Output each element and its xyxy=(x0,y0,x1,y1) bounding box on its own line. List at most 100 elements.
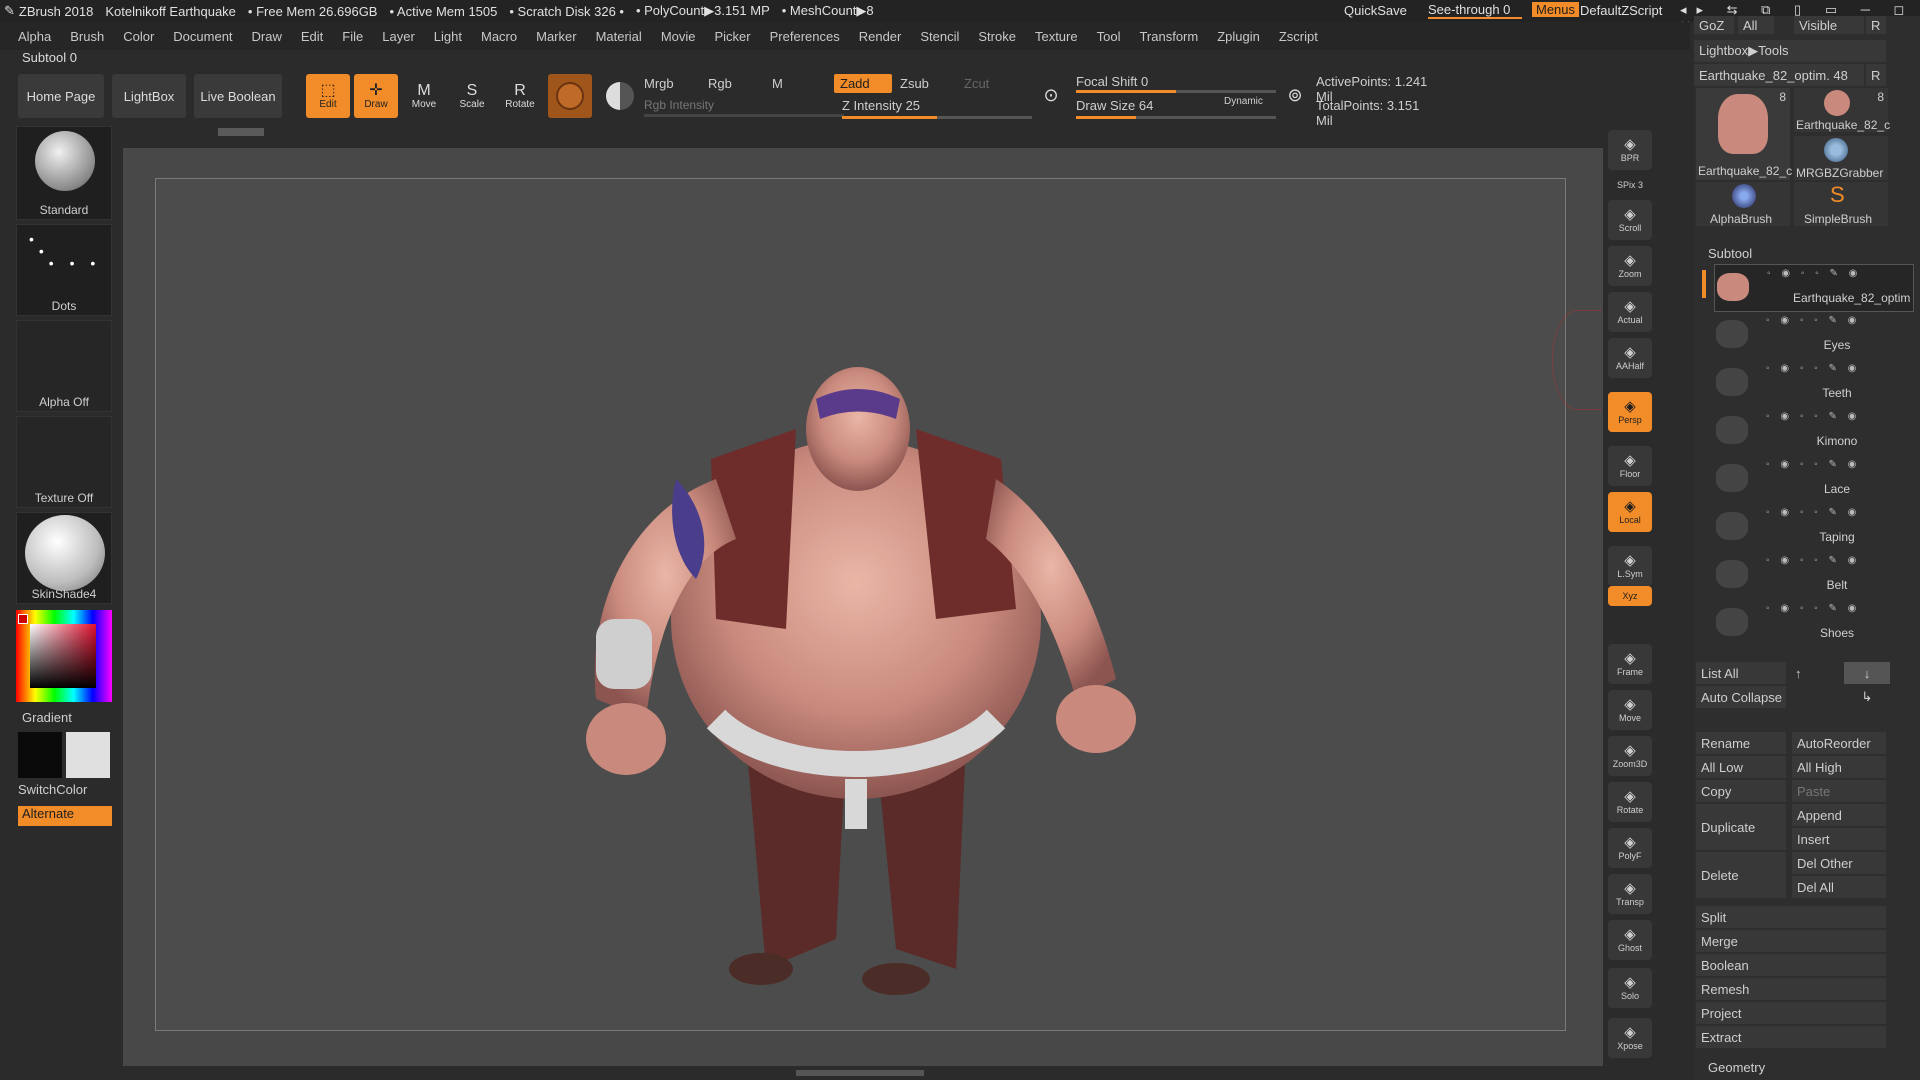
menu-stroke[interactable]: Stroke xyxy=(978,29,1016,44)
insert-button[interactable]: Insert xyxy=(1792,828,1886,850)
scroll-button[interactable]: ◈ Scroll xyxy=(1608,200,1652,240)
menu-texture[interactable]: Texture xyxy=(1035,29,1078,44)
subtool-visibility-icon[interactable]: ◦ ◉ ◦ ◦ ✎ ◉ xyxy=(1766,507,1860,518)
all-high-button[interactable]: All High xyxy=(1792,756,1886,778)
list-all-button[interactable]: List All xyxy=(1696,662,1786,684)
subtool-item[interactable]: ◦ ◉ ◦ ◦ ✎ ◉ Kimono xyxy=(1714,408,1914,456)
delete-button[interactable]: Delete xyxy=(1696,852,1786,898)
paste-button[interactable]: Paste xyxy=(1792,780,1886,802)
boolean-button[interactable]: Boolean xyxy=(1696,954,1886,976)
zoom3d-button[interactable]: ◈ Zoom3D xyxy=(1608,736,1652,776)
geometry-header[interactable]: Geometry xyxy=(1708,1060,1765,1075)
move-button[interactable]: M Move xyxy=(402,74,446,118)
draw-button[interactable]: ✛ Draw xyxy=(354,74,398,118)
viewport-top-scrollbar[interactable] xyxy=(218,128,264,136)
local-button[interactable]: ◈ Local xyxy=(1608,492,1652,532)
tool-thumb-3[interactable]: MRGBZGrabber xyxy=(1794,136,1888,180)
menu-transform[interactable]: Transform xyxy=(1139,29,1198,44)
rgb-intensity-slider[interactable] xyxy=(644,114,844,117)
character-model[interactable] xyxy=(156,179,1567,1032)
menus-toggle[interactable]: Menus xyxy=(1532,2,1580,17)
brush-thumbnail[interactable]: Standard xyxy=(16,126,112,220)
extract-button[interactable]: Extract xyxy=(1696,1026,1886,1048)
draw-options-icon-button[interactable]: ⊚ xyxy=(1278,78,1312,112)
menu-alpha[interactable]: Alpha xyxy=(18,29,51,44)
material-swatch-button[interactable] xyxy=(548,74,592,118)
color-picker[interactable] xyxy=(16,610,112,702)
goz-button[interactable]: GoZ xyxy=(1694,16,1734,34)
lightbox-tools-button[interactable]: Lightbox▶Tools xyxy=(1694,40,1886,62)
tool-thumb-4[interactable]: AlphaBrush xyxy=(1696,182,1790,226)
quicksave-button[interactable]: QuickSave xyxy=(1344,3,1407,18)
menu-tool[interactable]: Tool xyxy=(1097,29,1121,44)
lightbox-button[interactable]: LightBox xyxy=(112,74,186,118)
split-button[interactable]: Split xyxy=(1696,906,1886,928)
subtool-visibility-icon[interactable]: ◦ ◉ ◦ ◦ ✎ ◉ xyxy=(1766,603,1860,614)
persp-button[interactable]: ◈ Persp xyxy=(1608,392,1652,432)
project-button[interactable]: Project xyxy=(1696,1002,1886,1024)
zcut-toggle[interactable]: Zcut xyxy=(964,76,989,91)
menu-document[interactable]: Document xyxy=(173,29,232,44)
default-zscript[interactable]: DefaultZScript xyxy=(1580,3,1662,18)
draw-size-slider[interactable] xyxy=(1076,116,1276,119)
menu-movie[interactable]: Movie xyxy=(661,29,696,44)
home-page-button[interactable]: Home Page xyxy=(18,74,104,118)
append-button[interactable]: Append xyxy=(1792,804,1886,826)
subtool-item[interactable]: ◦ ◉ ◦ ◦ ✎ ◉ Lace xyxy=(1714,456,1914,504)
viewport-bottom-handle[interactable] xyxy=(796,1070,924,1076)
all-button[interactable]: All xyxy=(1738,16,1774,34)
menu-render[interactable]: Render xyxy=(859,29,902,44)
seethrough-slider[interactable]: See-through 0 xyxy=(1428,2,1522,19)
rename-button[interactable]: Rename xyxy=(1696,732,1786,754)
color-picker-square[interactable] xyxy=(30,624,96,688)
subtool-visibility-icon[interactable]: ◦ ◉ ◦ ◦ ✎ ◉ xyxy=(1766,363,1860,374)
dynamic-toggle[interactable]: Dynamic xyxy=(1224,96,1263,107)
subtool-item[interactable]: ◦ ◉ ◦ ◦ ✎ ◉ Belt xyxy=(1714,552,1914,600)
focal-shift-icon-button[interactable]: ⊙ xyxy=(1034,78,1068,112)
menu-layer[interactable]: Layer xyxy=(382,29,415,44)
xyz-button[interactable]: Xyz xyxy=(1608,586,1652,606)
subtool-item[interactable]: ◦ ◉ ◦ ◦ ✎ ◉ Taping xyxy=(1714,504,1914,552)
mrgb-toggle[interactable]: Mrgb xyxy=(644,76,674,91)
menu-picker[interactable]: Picker xyxy=(715,29,751,44)
subtool-item[interactable]: ◦ ◉ ◦ ◦ ✎ ◉ Earthquake_82_optim xyxy=(1714,264,1914,312)
spix-button[interactable]: SPix 3 xyxy=(1608,174,1652,196)
zoom-button[interactable]: ◈ Zoom xyxy=(1608,246,1652,286)
z-intensity-slider[interactable] xyxy=(842,116,1032,119)
menu-zplugin[interactable]: Zplugin xyxy=(1217,29,1260,44)
copy-button[interactable]: Copy xyxy=(1696,780,1786,802)
r-button[interactable]: R xyxy=(1866,16,1886,34)
menu-color[interactable]: Color xyxy=(123,29,154,44)
bpr-button[interactable]: ◈ BPR xyxy=(1608,130,1652,170)
ghost-button[interactable]: ◈ Ghost xyxy=(1608,920,1652,960)
main-color-swatch[interactable] xyxy=(18,732,62,778)
xpose-button[interactable]: ◈ Xpose xyxy=(1608,1018,1652,1058)
stroke-thumbnail[interactable]: • • • • • Dots xyxy=(16,224,112,316)
switchcolor-button[interactable]: SwitchColor xyxy=(18,782,112,802)
material-thumbnail[interactable]: SkinShade4 xyxy=(16,512,112,604)
tool-thumb-2[interactable]: 8 Earthquake_82_c xyxy=(1794,88,1890,132)
m-toggle[interactable]: M xyxy=(772,76,783,91)
menu-edit[interactable]: Edit xyxy=(301,29,323,44)
zadd-toggle[interactable]: Zadd xyxy=(834,74,892,93)
duplicate-button[interactable]: Duplicate xyxy=(1696,804,1786,850)
subtool-visibility-icon[interactable]: ◦ ◉ ◦ ◦ ✎ ◉ xyxy=(1766,555,1860,566)
focal-shift-slider[interactable] xyxy=(1076,90,1276,93)
menu-stencil[interactable]: Stencil xyxy=(920,29,959,44)
alternate-button[interactable]: Alternate xyxy=(18,806,112,826)
move-up-button[interactable]: ↑ xyxy=(1790,662,1808,684)
remesh-button[interactable]: Remesh xyxy=(1696,978,1886,1000)
all-low-button[interactable]: All Low xyxy=(1696,756,1786,778)
visible-button[interactable]: Visible xyxy=(1794,16,1864,34)
menu-file[interactable]: File xyxy=(342,29,363,44)
secondary-color-swatch[interactable] xyxy=(66,732,110,778)
texture-thumbnail[interactable]: Texture Off xyxy=(16,416,112,508)
scale-button[interactable]: S Scale xyxy=(450,74,494,118)
tool-thumb-1[interactable]: 8 Earthquake_82_c xyxy=(1696,88,1792,180)
alpha-thumbnail[interactable]: Alpha Off xyxy=(16,320,112,412)
subtool-item[interactable]: ◦ ◉ ◦ ◦ ✎ ◉ Eyes xyxy=(1714,312,1914,360)
subtool-visibility-icon[interactable]: ◦ ◉ ◦ ◦ ✎ ◉ xyxy=(1766,411,1860,422)
floor-button[interactable]: ◈ Floor xyxy=(1608,446,1652,486)
color-sphere-button[interactable] xyxy=(598,74,642,118)
subtool-visibility-icon[interactable]: ◦ ◉ ◦ ◦ ✎ ◉ xyxy=(1766,315,1860,326)
